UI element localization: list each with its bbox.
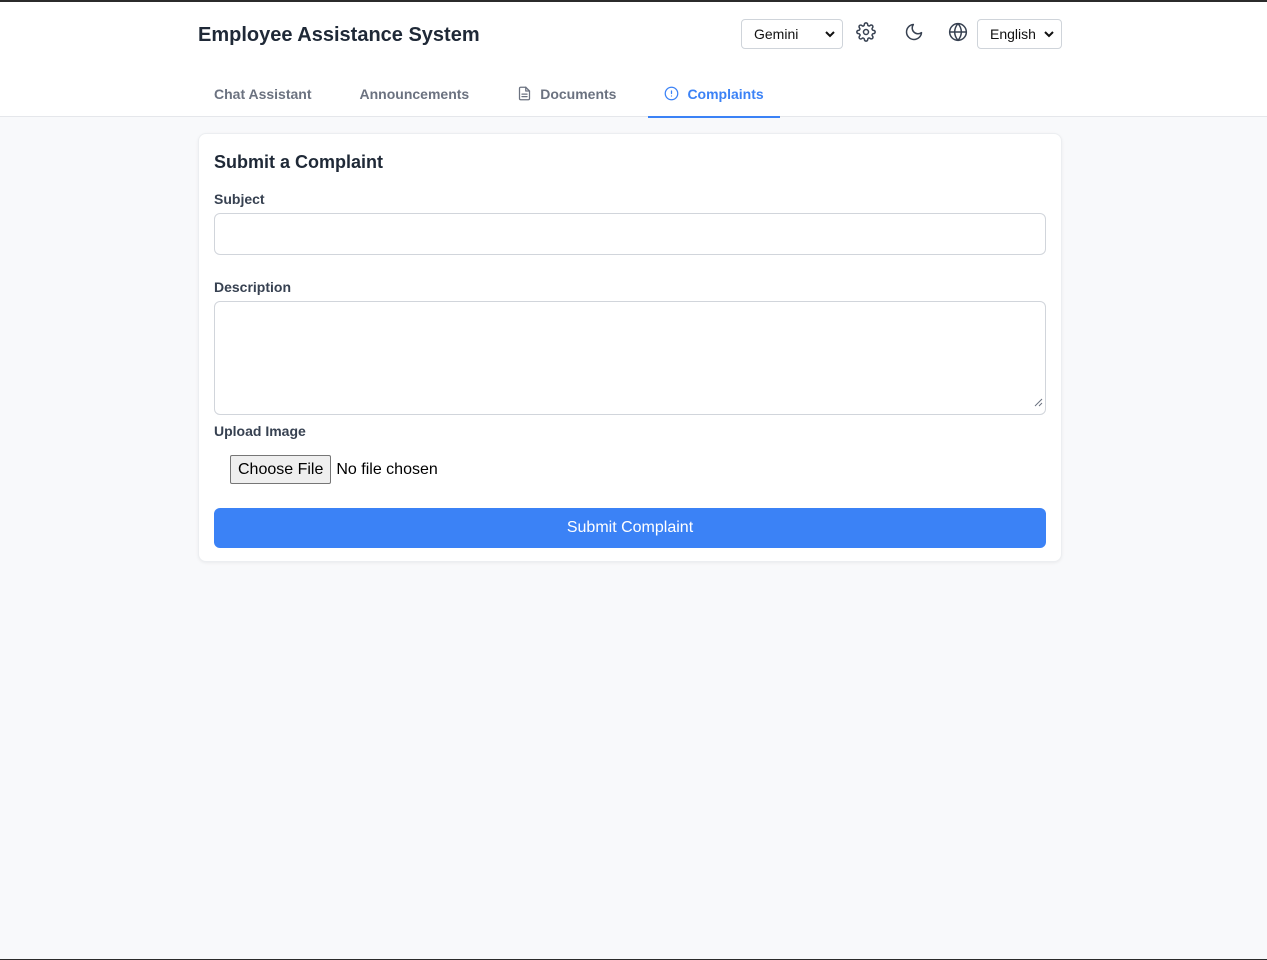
upload-image-label: Upload Image [214,423,306,439]
moon-icon [904,22,924,47]
subject-input[interactable] [214,213,1046,255]
tab-documents[interactable]: Documents [501,70,632,117]
subject-label: Subject [214,191,265,207]
file-input: Choose File No file chosen [230,455,1046,484]
theme-toggle-button[interactable] [899,19,929,49]
top-bar: Employee Assistance System Gemini Englis… [198,2,1062,70]
tab-label: Announcements [359,85,470,102]
globe-icon [948,22,968,47]
file-status: No file chosen [336,460,438,478]
model-select[interactable]: Gemini [741,19,843,49]
description-label: Description [214,279,292,295]
chevron-down-icon [1043,28,1055,40]
language-select[interactable]: English [977,19,1062,49]
resize-handle-icon[interactable] [1034,394,1043,412]
document-icon [517,86,532,101]
tab-bar: Chat Assistant Announcements Documents C… [198,70,1062,118]
app-title: Employee Assistance System [198,23,480,46]
description-textarea[interactable] [214,301,1046,415]
model-select-value: Gemini [754,26,799,42]
tab-label: Chat Assistant [214,85,312,102]
settings-button[interactable] [851,19,881,49]
tab-chat-assistant[interactable]: Chat Assistant [198,70,328,117]
tab-complaints[interactable]: Complaints [648,70,780,118]
app-header: Employee Assistance System Gemini Englis… [0,2,1267,118]
complaint-form-card: Submit a Complaint Subject Description U… [198,133,1062,562]
tab-announcements[interactable]: Announcements [344,70,486,117]
choose-file-button[interactable]: Choose File [230,455,332,484]
form-title: Submit a Complaint [214,152,384,172]
header-controls: Gemini English [741,19,1062,49]
language-button[interactable] [943,19,973,49]
chevron-down-icon [824,28,836,40]
language-select-value: English [990,26,1036,42]
submit-complaint-button[interactable]: Submit Complaint [214,508,1046,548]
tab-label: Documents [540,85,617,102]
tab-label: Complaints [687,85,764,102]
gear-icon [856,21,876,47]
alert-circle-icon [664,86,679,101]
